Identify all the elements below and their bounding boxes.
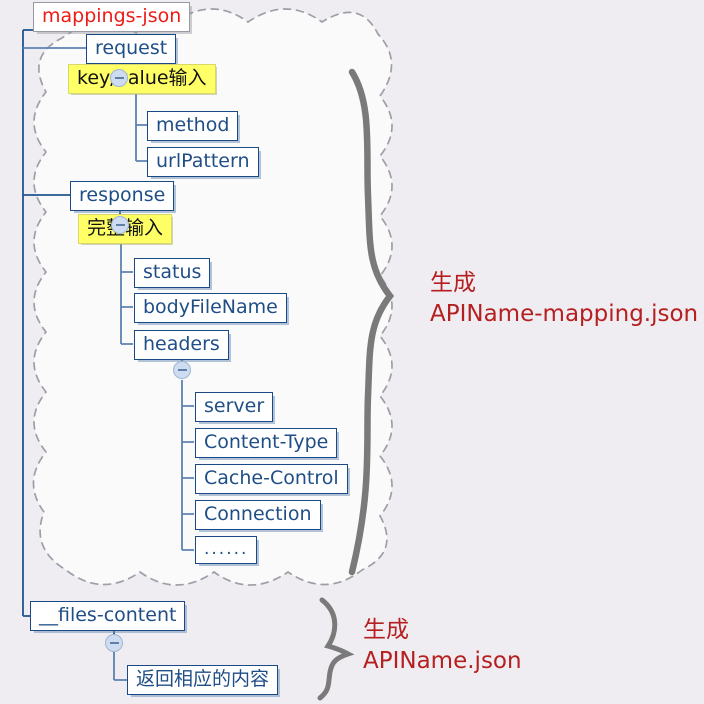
node-return-content[interactable]: 返回相应的内容 [127, 665, 279, 695]
annotation-mapping-json: 生成 APIName-mapping.json [430, 268, 698, 330]
connector-headers [181, 356, 194, 551]
small-curly-brace [317, 597, 355, 701]
node-connection[interactable]: Connection [195, 500, 321, 530]
node-ellipsis[interactable]: ...... [195, 536, 258, 564]
node-body-file-name[interactable]: bodyFileName [134, 293, 287, 323]
node-url-pattern[interactable]: urlPattern [147, 147, 259, 177]
node-server[interactable]: server [195, 392, 274, 422]
connector-lines [22, 29, 86, 617]
toggle-headers[interactable] [173, 361, 191, 379]
node-status[interactable]: status [134, 258, 211, 288]
node-content-type[interactable]: Content-Type [195, 428, 338, 458]
annotation-api-json: 生成 APIName.json [363, 615, 522, 677]
node-mappings-json[interactable]: mappings-json [33, 2, 191, 32]
large-curly-brace [348, 68, 395, 576]
toggle-full-input[interactable] [111, 216, 129, 234]
node-key-value-input[interactable]: key/value输入 [68, 64, 216, 94]
node-method[interactable]: method [147, 111, 239, 141]
diagram-artwork [22, 8, 395, 701]
node-files-content[interactable]: __files-content [30, 601, 186, 631]
mindmap-canvas: mappings-json request key/value输入 method… [0, 0, 704, 704]
toggle-key-value-input[interactable] [110, 69, 128, 87]
toggle-files-content[interactable] [105, 634, 123, 652]
annotation-mapping-line2: APIName-mapping.json [430, 301, 699, 328]
annotation-api-line2: APIName.json [363, 648, 522, 675]
annotation-api-line1: 生成 [363, 617, 409, 643]
node-headers[interactable]: headers [134, 330, 229, 360]
node-cache-control[interactable]: Cache-Control [195, 464, 348, 494]
node-request[interactable]: request [86, 34, 177, 64]
annotation-mapping-line1: 生成 [430, 270, 476, 296]
node-response[interactable]: response [70, 181, 175, 211]
